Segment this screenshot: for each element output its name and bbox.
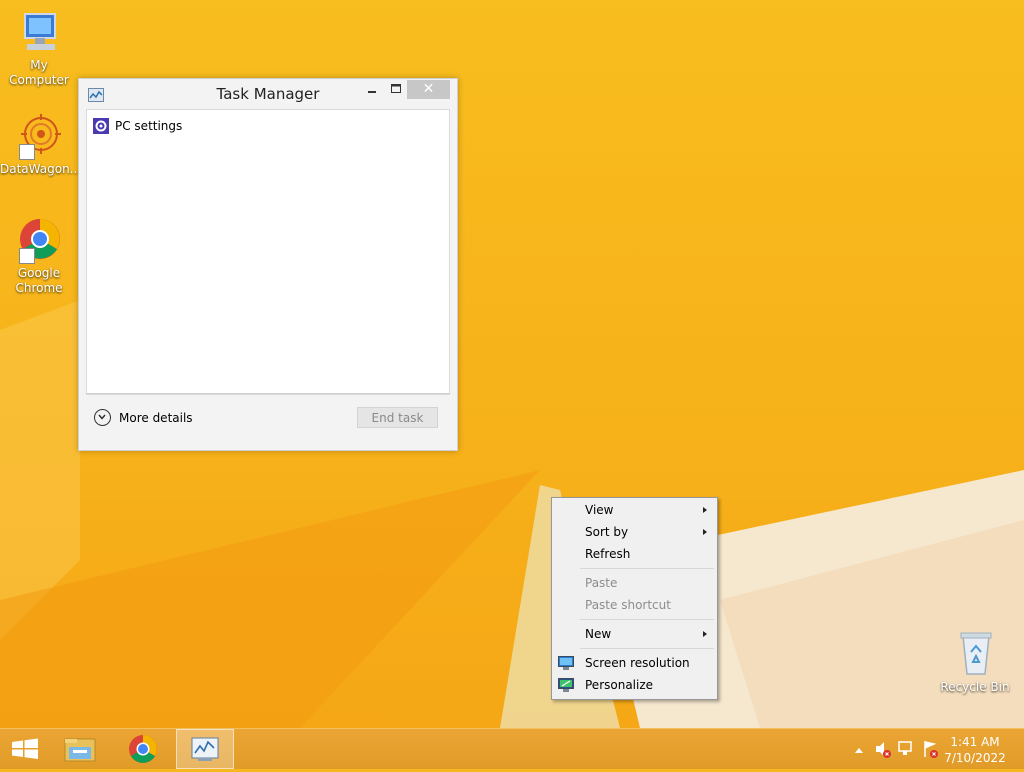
divider: [86, 393, 450, 394]
menu-separator: [580, 619, 714, 620]
clock-date: 7/10/2022: [944, 751, 1006, 765]
computer-icon: [15, 8, 63, 56]
menu-item-label: Sort by: [585, 525, 629, 539]
menu-item-paste[interactable]: Paste: [552, 572, 717, 594]
minimize-icon: [368, 91, 376, 93]
submenu-arrow-icon: [703, 529, 707, 535]
desktop-icon-label: My Computer: [9, 58, 69, 87]
taskbar: 1:41 AM 7/10/2022: [0, 728, 1024, 769]
shortcut-arrow-icon: [19, 144, 35, 160]
google-chrome-desktop-icon[interactable]: Google Chrome: [0, 216, 78, 296]
desktop-icon-label: Google Chrome: [15, 266, 63, 295]
task-manager-icon: [191, 737, 219, 761]
chevron-down-icon: [94, 409, 111, 426]
menu-item-new[interactable]: New: [552, 623, 717, 645]
clock[interactable]: 1:41 AM 7/10/2022: [940, 734, 1010, 766]
datawagon-desktop-icon[interactable]: DataWagon...: [0, 112, 82, 177]
recycle-bin-icon: [951, 630, 999, 678]
menu-separator: [580, 568, 714, 569]
more-details-button[interactable]: More details: [94, 409, 193, 426]
menu-item-screen-resolution[interactable]: Screen resolution: [552, 652, 717, 674]
menu-item-label: Screen resolution: [585, 656, 690, 670]
close-button[interactable]: ✕: [407, 80, 450, 99]
menu-item-label: Personalize: [585, 678, 654, 692]
menu-separator: [580, 648, 714, 649]
datawagon-icon: [15, 112, 63, 160]
network-icon[interactable]: [898, 741, 912, 755]
desktop-icon-label: Recycle Bin: [940, 680, 1010, 694]
chrome-icon: [129, 735, 157, 763]
monitor-icon: [558, 656, 574, 670]
title-bar[interactable]: Task Manager ✕: [79, 79, 457, 109]
maximize-button[interactable]: [384, 80, 408, 99]
menu-item-refresh[interactable]: Refresh: [552, 543, 717, 565]
clock-time: 1:41 AM: [950, 735, 1000, 749]
folder-icon: [64, 738, 96, 762]
process-list[interactable]: PC settings: [86, 109, 450, 395]
close-icon: ✕: [422, 81, 435, 97]
menu-item-label: Paste shortcut: [585, 598, 671, 612]
menu-item-paste-shortcut[interactable]: Paste shortcut: [552, 594, 717, 616]
menu-item-view[interactable]: View: [552, 499, 717, 521]
task-manager-window[interactable]: Task Manager ✕ PC settings More details …: [78, 78, 458, 451]
show-hidden-icons-icon[interactable]: [855, 748, 863, 753]
minimize-button[interactable]: [360, 80, 384, 99]
chrome-taskbar-button[interactable]: [118, 729, 168, 769]
menu-item-label: Refresh: [585, 547, 631, 561]
list-item[interactable]: PC settings: [93, 117, 182, 135]
action-center-flag-icon[interactable]: [924, 741, 938, 758]
recycle-bin-desktop-icon[interactable]: Recycle Bin: [936, 630, 1014, 695]
windows-logo-icon: [12, 738, 38, 759]
desktop-icon-label: DataWagon...: [0, 162, 82, 176]
volume-muted-icon[interactable]: [876, 742, 891, 758]
system-tray: [850, 729, 940, 769]
desktop-context-menu[interactable]: View Sort by Refresh Paste Paste shortcu…: [551, 497, 718, 700]
personalize-icon: [558, 678, 574, 692]
submenu-arrow-icon: [703, 507, 707, 513]
maximize-icon: [391, 84, 401, 93]
list-item-label: PC settings: [115, 119, 183, 133]
submenu-arrow-icon: [703, 631, 707, 637]
more-details-label: More details: [119, 410, 193, 425]
menu-item-personalize[interactable]: Personalize: [552, 674, 717, 696]
menu-item-label: New: [585, 627, 612, 641]
file-explorer-taskbar-button[interactable]: [56, 729, 106, 769]
chrome-icon: [15, 216, 63, 264]
pc-settings-icon: [93, 118, 109, 134]
shortcut-arrow-icon: [19, 248, 35, 264]
menu-item-label: View: [585, 503, 614, 517]
task-manager-taskbar-button[interactable]: [176, 729, 234, 769]
menu-item-sort-by[interactable]: Sort by: [552, 521, 717, 543]
start-button[interactable]: [0, 729, 50, 769]
menu-item-label: Paste: [585, 576, 618, 590]
end-task-button[interactable]: End task: [357, 407, 438, 428]
my-computer-desktop-icon[interactable]: My Computer: [0, 8, 78, 88]
